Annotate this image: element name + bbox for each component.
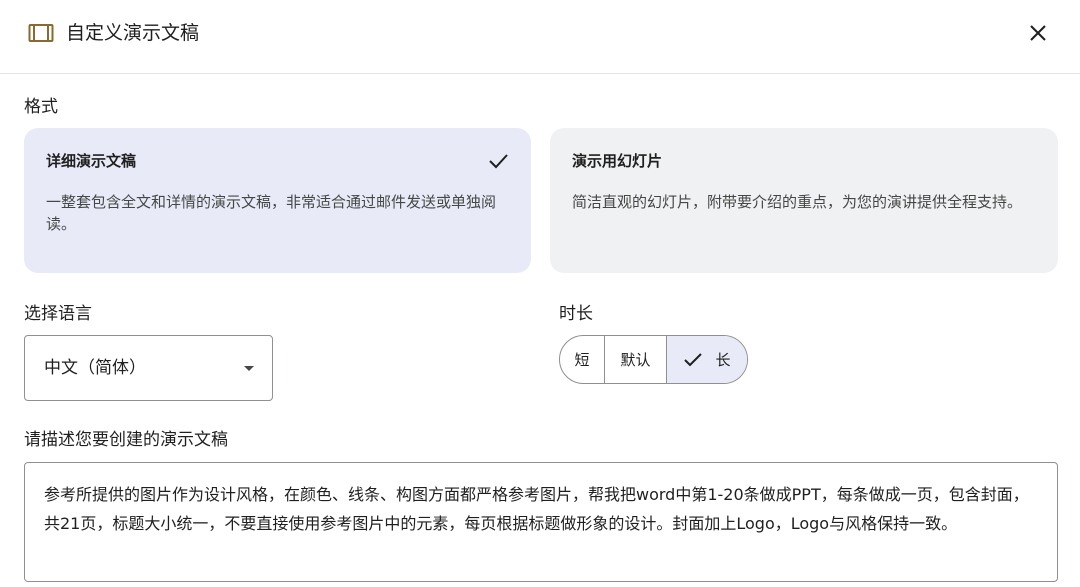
language-select[interactable]: 中文（简体） <box>24 335 273 401</box>
format-label: 格式 <box>24 97 58 117</box>
format-option-title: 演示用幻灯片 <box>572 152 663 170</box>
duration-segmented-control: 短 默认 长 <box>559 335 748 384</box>
duration-option-label: 长 <box>715 351 731 369</box>
dialog-title: 自定义演示文稿 <box>66 22 200 44</box>
format-option-description: 简洁直观的幻灯片，附带要介绍的重点，为您的演讲提供全程支持。 <box>572 193 1023 211</box>
close-button[interactable] <box>1022 17 1054 49</box>
duration-option-long[interactable]: 长 <box>667 336 747 383</box>
format-option-title: 详细演示文稿 <box>46 152 137 170</box>
dialog-header: 自定义演示文稿 <box>0 0 1080 74</box>
chevron-down-icon <box>244 366 254 371</box>
presentation-icon <box>28 23 54 43</box>
language-value: 中文（简体） <box>44 358 146 378</box>
duration-option-label: 短 <box>574 351 590 369</box>
duration-option-short[interactable]: 短 <box>560 336 605 383</box>
language-label: 选择语言 <box>24 304 92 324</box>
duration-option-default[interactable]: 默认 <box>605 336 667 383</box>
format-option-slides[interactable]: 演示用幻灯片 简洁直观的幻灯片，附带要介绍的重点，为您的演讲提供全程支持。 <box>550 128 1058 273</box>
check-icon <box>684 352 703 366</box>
duration-label: 时长 <box>559 304 593 324</box>
duration-option-label: 默认 <box>620 351 651 369</box>
format-option-description: 一整套包含全文和详情的演示文稿，非常适合通过邮件发送或单独阅读。 <box>46 193 497 233</box>
close-icon <box>1030 25 1046 41</box>
description-label: 请描述您要创建的演示文稿 <box>24 430 228 450</box>
description-textarea[interactable]: 参考所提供的图片作为设计风格，在颜色、线条、构图方面都严格参考图片，帮我把wor… <box>24 462 1058 582</box>
check-icon <box>489 154 508 169</box>
format-option-detailed[interactable]: 详细演示文稿 一整套包含全文和详情的演示文稿，非常适合通过邮件发送或单独阅读。 <box>24 128 531 273</box>
